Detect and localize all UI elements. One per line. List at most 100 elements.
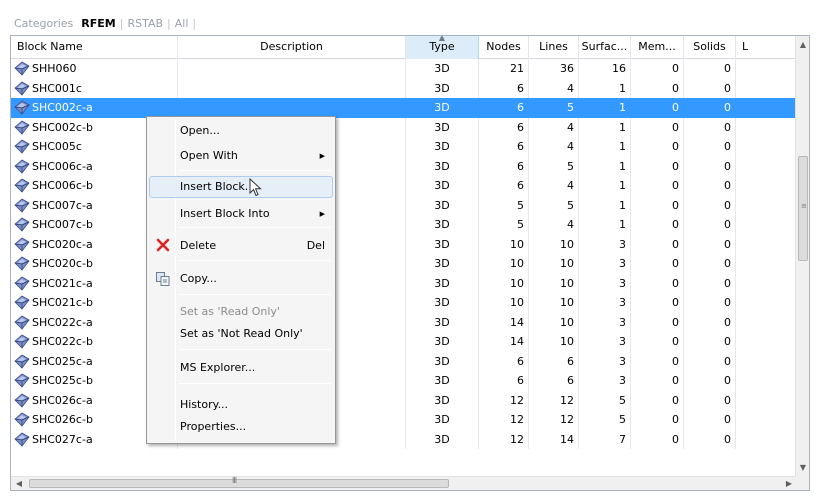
menu-item-open-with[interactable]: Open With ▶ bbox=[149, 145, 333, 167]
table-row[interactable]: SHC027c-a 3D 12 14 7 0 0 bbox=[11, 429, 797, 449]
tab-categories[interactable]: Categories bbox=[10, 17, 77, 30]
grip-icon: ≡ bbox=[801, 202, 807, 210]
cell-type: 3D bbox=[406, 273, 479, 293]
grip-icon: III bbox=[232, 476, 237, 485]
column-header-l[interactable]: L bbox=[736, 36, 797, 59]
table-row[interactable]: SHC026c-b 3D 12 12 5 0 0 bbox=[11, 410, 797, 430]
cell-members: 0 bbox=[631, 273, 684, 293]
table-row[interactable]: SHC002c-b 3D 6 4 1 0 0 bbox=[11, 117, 797, 137]
table-row[interactable]: SHC022c-a 3D 14 10 3 0 0 bbox=[11, 312, 797, 332]
cell-type: 3D bbox=[406, 390, 479, 410]
menu-item-properties[interactable]: Properties... bbox=[149, 416, 333, 438]
menu-item-copy[interactable]: Copy... bbox=[149, 268, 333, 290]
table-row[interactable]: SHC001c 3D 6 4 1 0 0 bbox=[11, 78, 797, 98]
table-row[interactable]: SHC026c-a 3D 12 12 5 0 0 bbox=[11, 390, 797, 410]
cell-solids: 0 bbox=[684, 98, 736, 118]
table-row[interactable]: SHC022c-b 3D 14 10 3 0 0 bbox=[11, 332, 797, 352]
delete-x-icon bbox=[155, 238, 171, 254]
vertical-scroll-thumb[interactable]: ≡ bbox=[798, 156, 808, 261]
block-table: Block Name Description ▲ Type Nodes Line… bbox=[10, 35, 810, 491]
cell-nodes: 6 bbox=[479, 137, 529, 157]
column-header-block-name[interactable]: Block Name bbox=[11, 36, 178, 59]
menu-item-insert-block-into[interactable]: Insert Block Into ▶ bbox=[149, 203, 333, 225]
cell-nodes: 21 bbox=[479, 59, 529, 79]
block-name-text: SHC007c-b bbox=[32, 218, 93, 232]
menu-separator bbox=[178, 349, 331, 350]
menu-item-ms-explorer[interactable]: MS Explorer... bbox=[149, 357, 333, 379]
column-header-members[interactable]: Mem... bbox=[631, 36, 684, 59]
cell-solids: 0 bbox=[684, 351, 736, 371]
table-row[interactable]: SHC021c-b 3D 10 10 3 0 0 bbox=[11, 293, 797, 313]
column-header-lines[interactable]: Lines bbox=[529, 36, 579, 59]
cell-members: 0 bbox=[631, 59, 684, 79]
block-name-text: SHC022c-a bbox=[32, 315, 93, 329]
block-diamond-icon bbox=[14, 237, 30, 252]
column-header-type[interactable]: ▲ Type bbox=[406, 36, 479, 59]
cell-surfaces: 3 bbox=[579, 254, 631, 274]
cell-type: 3D bbox=[406, 195, 479, 215]
tab-rfem[interactable]: RFEM bbox=[77, 17, 119, 30]
cell-l bbox=[736, 235, 797, 255]
cell-solids: 0 bbox=[684, 176, 736, 196]
cell-type: 3D bbox=[406, 429, 479, 449]
tab-all[interactable]: All bbox=[171, 17, 193, 30]
cell-surfaces: 3 bbox=[579, 312, 631, 332]
menu-item-set-read-only[interactable]: Set as 'Read Only' bbox=[149, 301, 333, 323]
block-diamond-icon bbox=[14, 120, 30, 135]
cell-lines: 12 bbox=[529, 390, 579, 410]
cell-members: 0 bbox=[631, 176, 684, 196]
table-row[interactable]: SHC007c-a 3D 5 5 1 0 0 bbox=[11, 195, 797, 215]
column-header-surfaces[interactable]: Surfac... bbox=[579, 36, 631, 59]
table-row[interactable]: SHH060 3D 21 36 16 0 0 bbox=[11, 59, 797, 79]
table-row[interactable]: SHC005c 3D 6 4 1 0 0 bbox=[11, 137, 797, 157]
cell-solids: 0 bbox=[684, 429, 736, 449]
block-name-text: SHC002c-a bbox=[32, 101, 93, 115]
cell-nodes: 6 bbox=[479, 117, 529, 137]
block-diamond-icon bbox=[14, 256, 30, 271]
table-row[interactable]: SHC007c-b 3D 5 4 1 0 0 bbox=[11, 215, 797, 235]
scroll-down-icon[interactable]: ▼ bbox=[796, 459, 809, 476]
cell-solids: 0 bbox=[684, 117, 736, 137]
table-row[interactable]: SHC025c-b 3D 6 6 3 0 0 bbox=[11, 371, 797, 391]
column-header-solids[interactable]: Solids bbox=[684, 36, 736, 59]
cell-nodes: 10 bbox=[479, 273, 529, 293]
block-diamond-icon bbox=[14, 139, 30, 154]
scroll-left-icon[interactable]: ◀ bbox=[11, 477, 27, 490]
table-row[interactable]: SHC002c-a 3D 6 5 1 0 0 bbox=[11, 98, 797, 118]
table-row[interactable]: SHC025c-a 3D 6 6 3 0 0 bbox=[11, 351, 797, 371]
menu-separator bbox=[178, 170, 331, 171]
cell-solids: 0 bbox=[684, 195, 736, 215]
cell-type: 3D bbox=[406, 78, 479, 98]
cell-solids: 0 bbox=[684, 137, 736, 157]
column-header-description[interactable]: Description bbox=[178, 36, 406, 59]
menu-item-open[interactable]: Open... bbox=[149, 120, 333, 142]
cell-members: 0 bbox=[631, 234, 684, 254]
cell-description bbox=[178, 59, 406, 79]
cell-type: 3D bbox=[406, 254, 479, 274]
horizontal-scrollbar[interactable]: ◀ III ▶ bbox=[11, 476, 797, 490]
table-row[interactable]: SHC021c-a 3D 10 10 3 0 0 bbox=[11, 273, 797, 294]
menu-item-history[interactable]: History... bbox=[149, 394, 333, 416]
horizontal-scroll-thumb[interactable]: III bbox=[29, 476, 449, 488]
table-row[interactable]: SHC006c-a 3D 6 5 1 0 0 bbox=[11, 156, 797, 176]
cell-type: 3D bbox=[406, 215, 479, 235]
menu-item-delete[interactable]: Delete Del bbox=[149, 235, 333, 257]
vertical-scrollbar[interactable]: ▲ ≡ ▼ bbox=[795, 36, 809, 476]
cell-solids: 0 bbox=[684, 332, 736, 352]
menu-item-set-not-read-only[interactable]: Set as 'Not Read Only' bbox=[149, 323, 333, 345]
tab-rstab[interactable]: RSTAB bbox=[123, 17, 167, 30]
cell-members: 0 bbox=[631, 371, 684, 391]
cell-nodes: 6 bbox=[479, 78, 529, 98]
block-name-text: SHC020c-a bbox=[32, 237, 93, 251]
scroll-up-icon[interactable]: ▲ bbox=[796, 36, 809, 53]
table-row[interactable]: SHC020c-a 3D 10 10 3 0 0 bbox=[11, 234, 797, 255]
column-header-nodes[interactable]: Nodes bbox=[479, 36, 529, 59]
menu-item-insert-block[interactable]: Insert Block... bbox=[149, 176, 333, 198]
table-row[interactable]: SHC006c-b 3D 6 4 1 0 0 bbox=[11, 176, 797, 196]
menu-item-label: Copy... bbox=[180, 272, 217, 285]
cell-l bbox=[736, 274, 797, 294]
table-row[interactable]: SHC020c-b 3D 10 10 3 0 0 bbox=[11, 254, 797, 274]
cell-type: 3D bbox=[406, 410, 479, 430]
cell-nodes: 10 bbox=[479, 293, 529, 313]
block-name-text: SHC022c-b bbox=[32, 335, 93, 349]
